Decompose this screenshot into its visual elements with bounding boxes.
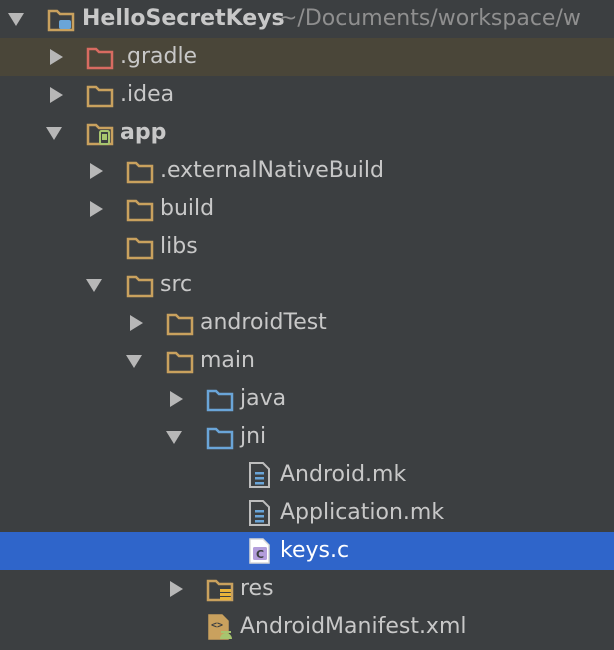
tree-item-label: .idea (120, 82, 175, 107)
project-path: ~/Documents/workspace/w (279, 6, 581, 31)
tree-item-label: .externalNativeBuild (160, 158, 384, 183)
folder-icon (126, 237, 154, 260)
c-file-icon: C (249, 538, 270, 564)
tree-item-label: app (120, 120, 167, 145)
expand-arrow-down-icon[interactable] (46, 127, 62, 140)
tree-item-label: java (240, 386, 287, 411)
text-file-icon (249, 500, 270, 526)
tree-item-label: res (240, 576, 274, 601)
tree-row-android-test[interactable]: androidTest (0, 304, 614, 342)
tree-item-label: .gradle (120, 44, 198, 69)
expand-arrow-right-icon[interactable] (50, 87, 63, 103)
tree-row-gradle[interactable]: .gradle (0, 38, 614, 76)
tree-row-libs[interactable]: libs (0, 228, 614, 266)
expand-arrow-down-icon[interactable] (86, 279, 102, 292)
tree-item-label: src (160, 272, 193, 297)
tree-item-label: build (160, 196, 215, 221)
folder-icon (126, 199, 154, 222)
tree-item-label: jni (240, 424, 267, 449)
folder-icon (166, 313, 194, 336)
expand-arrow-right-icon[interactable] (90, 163, 103, 179)
tree-item-label: androidTest (200, 310, 327, 335)
project-folder-icon (47, 9, 75, 32)
tree-row-src[interactable]: src (0, 266, 614, 304)
resource-folder-icon (206, 579, 234, 602)
expand-arrow-right-icon[interactable] (90, 201, 103, 217)
expand-arrow-right-icon[interactable] (50, 49, 63, 65)
folder-icon (126, 275, 154, 298)
expand-arrow-down-icon[interactable] (126, 355, 142, 368)
svg-text:<>: <> (211, 620, 223, 631)
folder-icon (166, 351, 194, 374)
svg-text:C: C (256, 548, 264, 561)
tree-item-label: Application.mk (280, 500, 445, 525)
tree-row-application-mk[interactable]: Application.mk (0, 494, 614, 532)
expand-arrow-right-icon[interactable] (170, 391, 183, 407)
module-folder-icon (86, 123, 114, 146)
tree-row-java[interactable]: java (0, 380, 614, 418)
tree-item-label: Android.mk (280, 462, 407, 487)
source-folder-icon (206, 389, 234, 412)
expand-arrow-down-icon[interactable] (8, 13, 24, 26)
expand-arrow-down-icon[interactable] (166, 431, 182, 444)
source-folder-icon (206, 427, 234, 450)
tree-row-jni[interactable]: jni (0, 418, 614, 456)
tree-row-android-manifest[interactable]: <> AndroidManifest.xml (0, 608, 614, 646)
tree-item-label: keys.c (280, 538, 350, 563)
folder-icon (86, 47, 114, 70)
tree-row-external-native-build[interactable]: .externalNativeBuild (0, 152, 614, 190)
folder-icon (126, 161, 154, 184)
tree-row-root[interactable]: HelloSecretKeys ~/Documents/workspace/w (0, 0, 614, 38)
tree-row-main[interactable]: main (0, 342, 614, 380)
project-tree: HelloSecretKeys ~/Documents/workspace/w … (0, 0, 614, 650)
folder-icon (86, 85, 114, 108)
tree-row-idea[interactable]: .idea (0, 76, 614, 114)
tree-row-app[interactable]: app (0, 114, 614, 152)
manifest-file-icon: <> (208, 614, 232, 640)
tree-item-label: AndroidManifest.xml (240, 614, 467, 639)
tree-item-label: main (200, 348, 255, 373)
expand-arrow-right-icon[interactable] (170, 581, 183, 597)
tree-row-android-mk[interactable]: Android.mk (0, 456, 614, 494)
tree-item-label: libs (160, 234, 198, 259)
expand-arrow-right-icon[interactable] (130, 315, 143, 331)
tree-row-res[interactable]: res (0, 570, 614, 608)
tree-row-keys-c[interactable]: C keys.c (0, 532, 614, 570)
tree-row-build[interactable]: build (0, 190, 614, 228)
text-file-icon (249, 462, 270, 488)
project-name: HelloSecretKeys (82, 6, 285, 31)
